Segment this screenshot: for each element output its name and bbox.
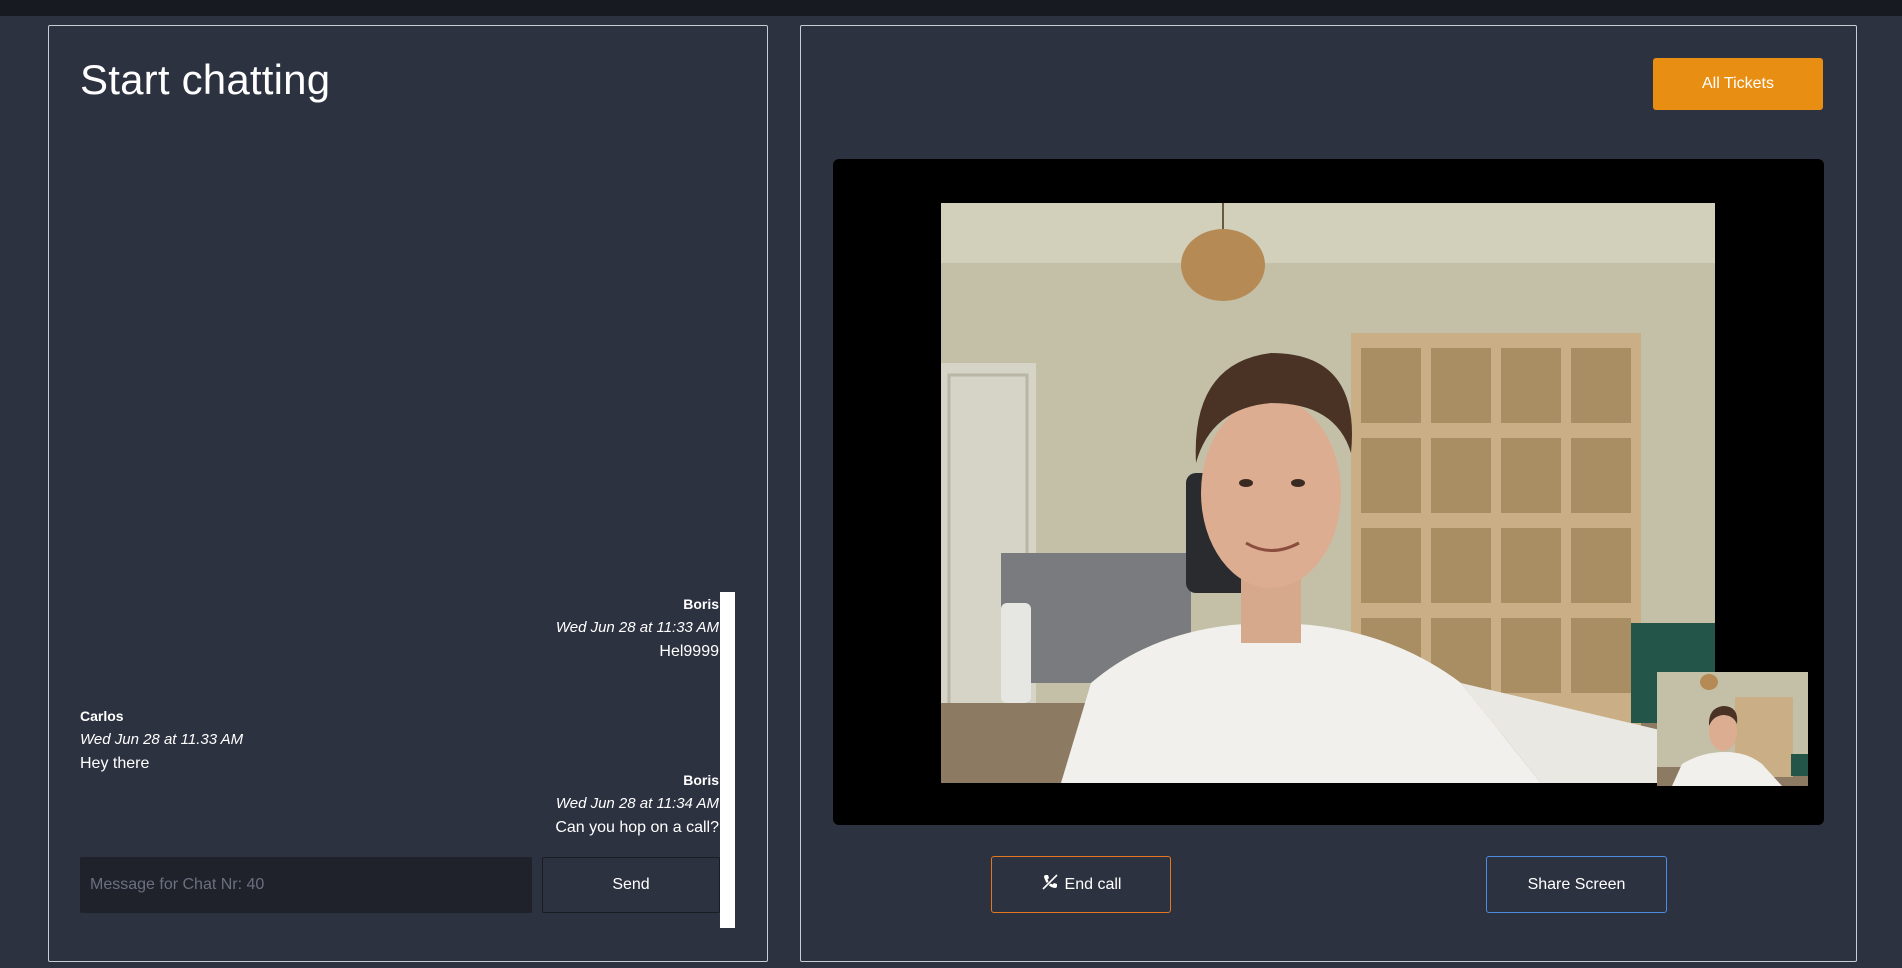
- remote-video-image: [941, 203, 1715, 783]
- chat-panel: Start chatting Boris Wed Jun 28 at 11:33…: [48, 25, 768, 962]
- end-call-button[interactable]: End call: [991, 856, 1171, 913]
- message-text: Can you hop on a call?: [555, 819, 719, 836]
- chat-message: Boris Wed Jun 28 at 11:33 AM Hel9999: [556, 592, 719, 664]
- message-author: Carlos: [80, 708, 124, 724]
- message-timestamp: Wed Jun 28 at 11:33 AM: [555, 619, 719, 636]
- chat-title: Start chatting: [80, 56, 331, 103]
- message-input[interactable]: [80, 857, 532, 913]
- video-stage: [833, 159, 1824, 825]
- phone-slash-icon: [1041, 873, 1059, 896]
- message-text: Hey there: [80, 755, 150, 772]
- remote-video-feed: [941, 203, 1715, 783]
- chat-message: Boris Wed Jun 28 at 11:34 AM Can you hop…: [555, 768, 719, 840]
- self-view-video: [1657, 672, 1808, 786]
- message-author: Boris: [683, 772, 719, 788]
- message-scrollbar[interactable]: [720, 592, 735, 928]
- video-call-panel: All Tickets End call Share Screen: [800, 25, 1857, 962]
- call-controls: End call Share Screen: [801, 856, 1858, 914]
- message-text: Hel9999: [659, 643, 719, 660]
- send-button[interactable]: Send: [542, 857, 720, 913]
- top-bar: [0, 0, 1902, 16]
- message-list: Boris Wed Jun 28 at 11:33 AM Hel9999 Car…: [80, 592, 734, 862]
- message-timestamp: Wed Jun 28 at 11:34 AM: [555, 795, 719, 812]
- all-tickets-button[interactable]: All Tickets: [1653, 58, 1823, 110]
- message-composer: Send: [80, 857, 720, 913]
- message-timestamp: Wed Jun 28 at 11.33 AM: [80, 731, 244, 748]
- chat-message: Carlos Wed Jun 28 at 11.33 AM Hey there: [80, 704, 243, 776]
- self-view-image: [1657, 672, 1808, 786]
- share-screen-button[interactable]: Share Screen: [1486, 856, 1667, 913]
- message-author: Boris: [683, 596, 719, 612]
- end-call-label: End call: [1064, 875, 1122, 893]
